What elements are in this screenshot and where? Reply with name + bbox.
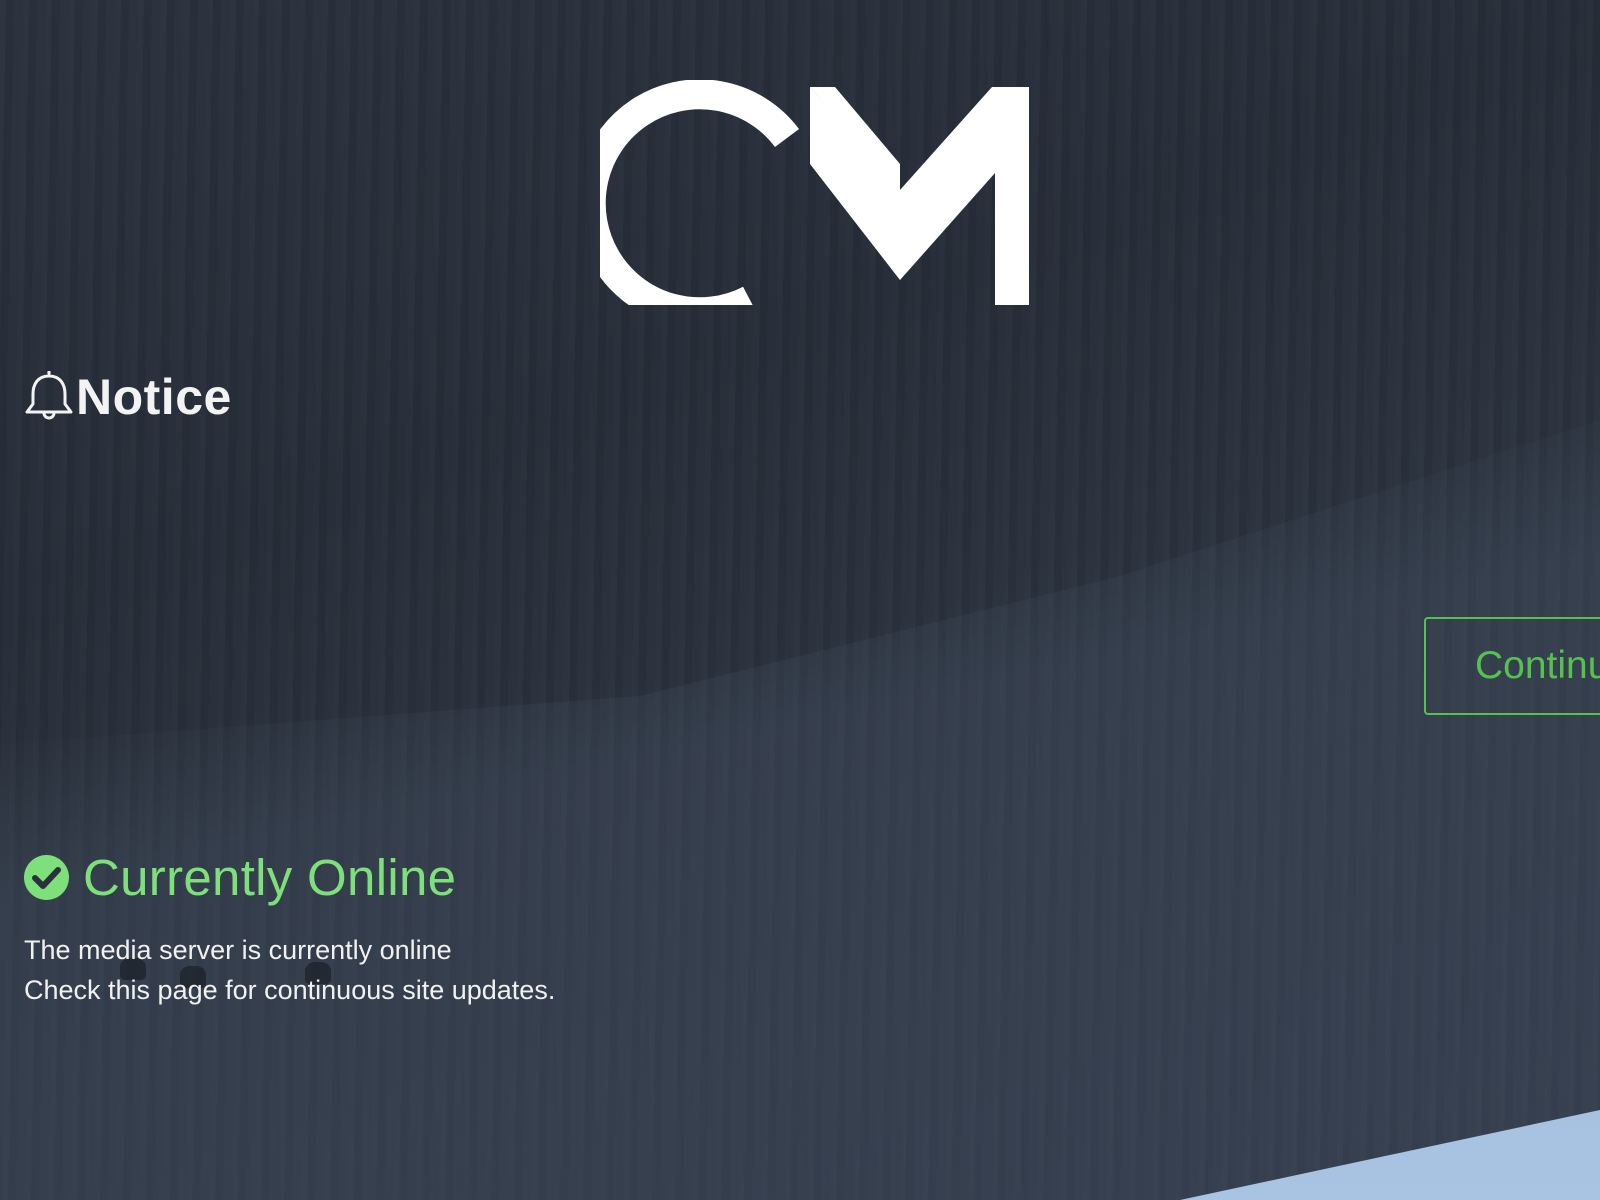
check-circle-icon (24, 855, 69, 900)
notice-heading: Notice (24, 368, 232, 426)
page: CM Notice Continue Currently Online The … (0, 0, 1600, 1200)
bell-icon (25, 371, 73, 420)
status-title: Currently Online (83, 849, 457, 906)
notice-title: Notice (76, 369, 232, 425)
status-line: The media server is currently online (24, 935, 452, 965)
status-line: Check this page for continuous site upda… (24, 975, 556, 1005)
status-heading: Currently Online (24, 848, 456, 907)
status-description: The media server is currently online Che… (24, 930, 555, 1010)
continue-button[interactable]: Continue (1424, 617, 1600, 715)
cm-logo: CM (600, 80, 1029, 305)
